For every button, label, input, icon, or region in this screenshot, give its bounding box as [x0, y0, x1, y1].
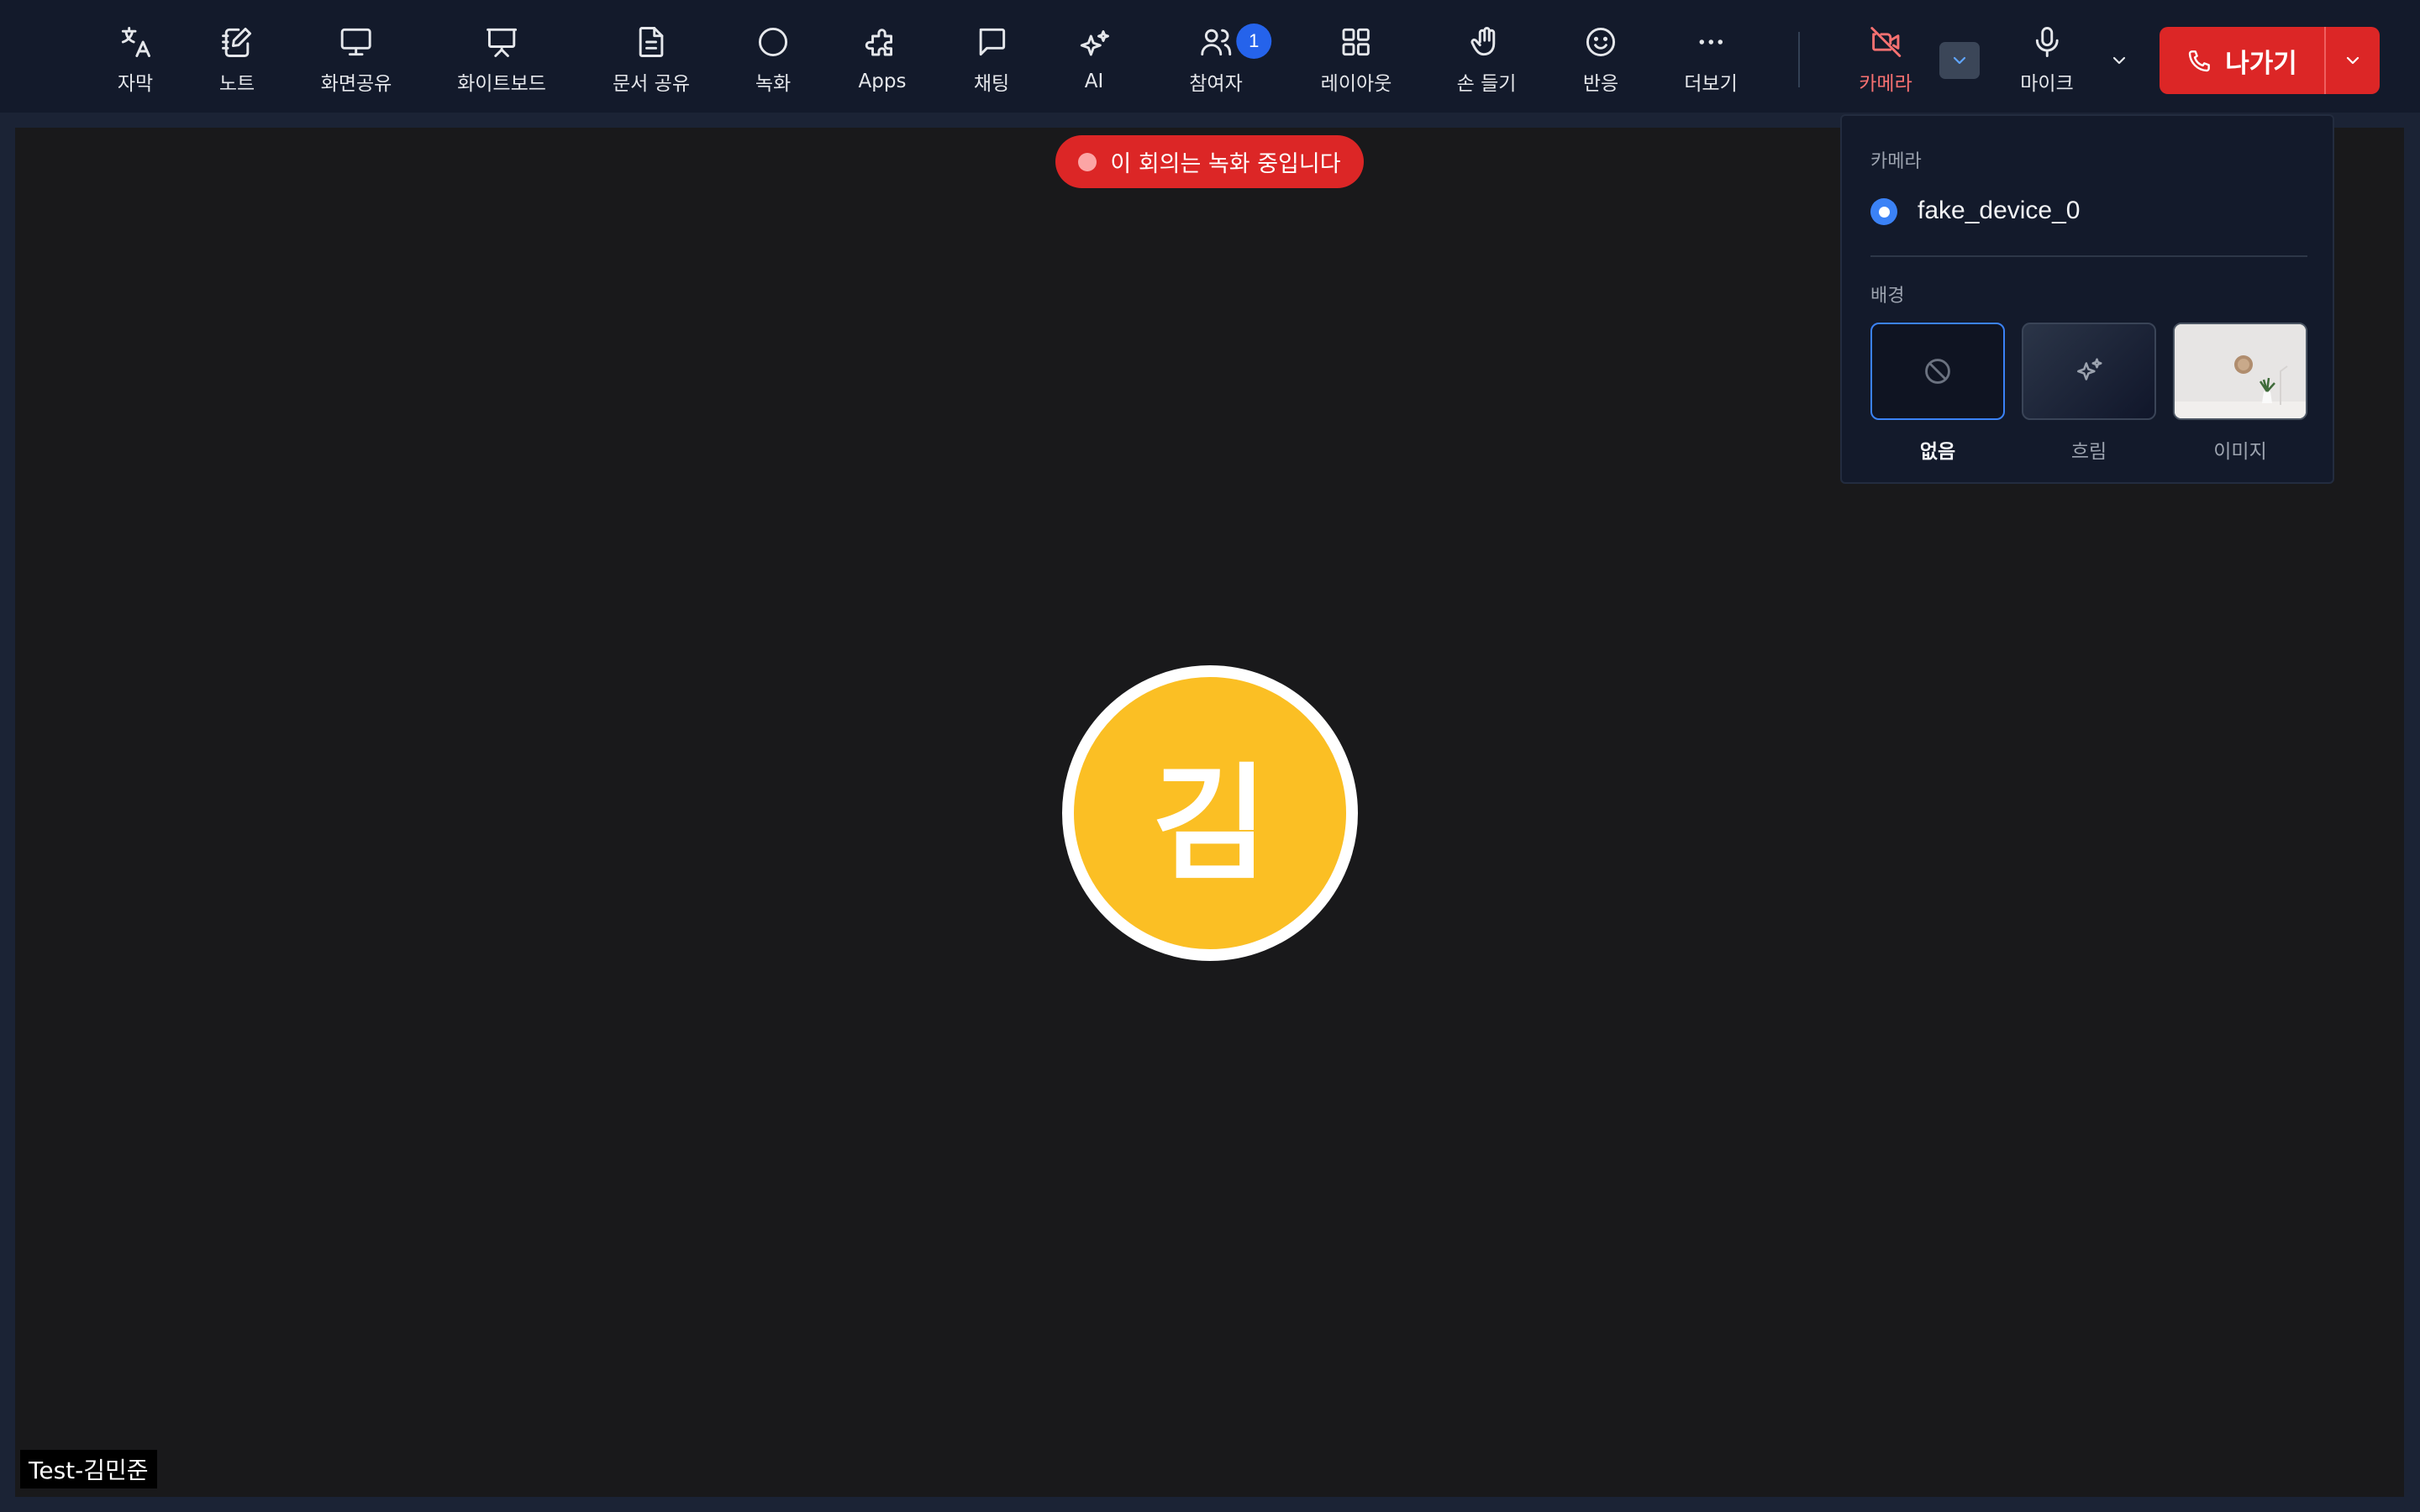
- document-share-label: 문서 공유: [613, 73, 690, 95]
- chevron-down-icon: [2112, 56, 2126, 65]
- reactions-button[interactable]: 반응: [1582, 0, 1619, 113]
- notes-label: 노트: [218, 73, 255, 95]
- panel-divider: [1870, 255, 2307, 257]
- background-section-title: 배경: [1870, 286, 1905, 307]
- camera-device-name[interactable]: fake_device_0: [1918, 197, 2080, 225]
- notes-button[interactable]: 노트: [218, 0, 255, 113]
- background-blur-label: 흐림: [2070, 441, 2107, 463]
- camera-off-icon: [1870, 27, 1901, 57]
- recording-banner-text: 이 회의는 녹화 중입니다: [1110, 151, 1341, 177]
- chat-button[interactable]: 채팅: [973, 0, 1010, 113]
- background-none-label: 없음: [1919, 441, 1956, 463]
- raise-hand-button[interactable]: 손 들기: [1456, 0, 1517, 113]
- sparkles-icon: [1080, 30, 1109, 56]
- room-thumbnail-image: [2175, 324, 2306, 418]
- camera-section-title: 카메라: [1870, 151, 1922, 172]
- camera-options-button[interactable]: [1939, 42, 1980, 79]
- leave-label: 나가기: [2225, 48, 2297, 79]
- participants-label: 참여자: [1189, 73, 1243, 95]
- background-blur-option[interactable]: [2022, 323, 2156, 420]
- screen-share-label: 화면공유: [320, 73, 392, 95]
- apps-label: Apps: [858, 71, 907, 92]
- recording-banner: 이 회의는 녹화 중입니다: [1055, 135, 1364, 188]
- record-icon: [758, 27, 788, 57]
- camera-label: 카메라: [1859, 73, 1912, 95]
- monitor-icon: [341, 28, 371, 56]
- whiteboard-button[interactable]: 화이트보드: [457, 0, 546, 113]
- record-button[interactable]: 녹화: [755, 0, 792, 113]
- whiteboard-label: 화이트보드: [457, 73, 546, 95]
- hand-icon: [1470, 27, 1496, 56]
- background-none-option[interactable]: [1870, 323, 2005, 420]
- ban-icon: [1925, 359, 1950, 384]
- users-icon: [1201, 29, 1231, 56]
- leave-options-button[interactable]: [2326, 27, 2380, 94]
- participant-name-tag: Test-김민준: [20, 1450, 157, 1488]
- chat-icon: [979, 28, 1006, 56]
- ai-button[interactable]: AI: [1076, 0, 1113, 113]
- layout-label: 레이아웃: [1320, 73, 1392, 95]
- more-label: 더보기: [1684, 73, 1738, 95]
- more-icon: [1699, 39, 1723, 45]
- leave-button[interactable]: 나가기: [2160, 27, 2326, 94]
- document-share-button[interactable]: 문서 공유: [613, 0, 690, 113]
- microphone-icon: [2035, 27, 2059, 57]
- participants-count-badge: 1: [1236, 24, 1272, 59]
- chevron-down-icon: [2346, 56, 2360, 65]
- camera-toggle-button[interactable]: 카메라: [1859, 0, 1912, 113]
- ai-label: AI: [1084, 71, 1104, 92]
- microphone-button[interactable]: 마이크: [2020, 0, 2074, 113]
- screen-share-button[interactable]: 화면공유: [321, 0, 392, 113]
- layout-button[interactable]: 레이아웃: [1321, 0, 1392, 113]
- participant-avatar: 김: [1062, 665, 1358, 961]
- grid-icon: [1342, 28, 1370, 56]
- background-image-option[interactable]: [2173, 323, 2307, 420]
- microphone-label: 마이크: [2020, 73, 2074, 95]
- background-image-label: 이미지: [2213, 441, 2267, 463]
- captions-label: 자막: [117, 73, 154, 95]
- recording-dot-icon: [1078, 152, 1097, 171]
- apps-button[interactable]: Apps: [858, 0, 907, 113]
- phone-icon: [2189, 50, 2211, 72]
- record-label: 녹화: [755, 73, 792, 95]
- toolbar-divider: [1798, 32, 1800, 87]
- microphone-options-button[interactable]: [2099, 42, 2139, 79]
- translate-icon: [121, 27, 150, 57]
- camera-settings-panel: 카메라 fake_device_0 배경 없음 흐림 이미지: [1840, 114, 2334, 484]
- participants-button[interactable]: 1 참여자: [1189, 0, 1272, 113]
- presentation-icon: [487, 28, 517, 57]
- raise-hand-label: 손 들기: [1456, 73, 1517, 95]
- reactions-label: 반응: [1582, 73, 1619, 95]
- device-radio[interactable]: [1870, 198, 1897, 225]
- chat-label: 채팅: [973, 73, 1010, 95]
- chevron-down-icon: [1953, 56, 1966, 65]
- leave-button-group: 나가기: [2160, 27, 2380, 94]
- notebook-icon: [222, 27, 252, 57]
- more-button[interactable]: 더보기: [1684, 0, 1738, 113]
- captions-button[interactable]: 자막: [117, 0, 154, 113]
- smile-icon: [1586, 27, 1616, 57]
- puzzle-icon: [865, 29, 893, 56]
- sparkles-icon: [2077, 358, 2102, 381]
- avatar-initial: 김: [1151, 751, 1268, 898]
- participant-name: Test-김민준: [29, 1457, 149, 1484]
- document-icon: [639, 27, 664, 57]
- meeting-toolbar: 자막 노트 화면공유 화이트보드 문서 공유 녹화 Apps 채팅 AI 1 참…: [0, 0, 2420, 113]
